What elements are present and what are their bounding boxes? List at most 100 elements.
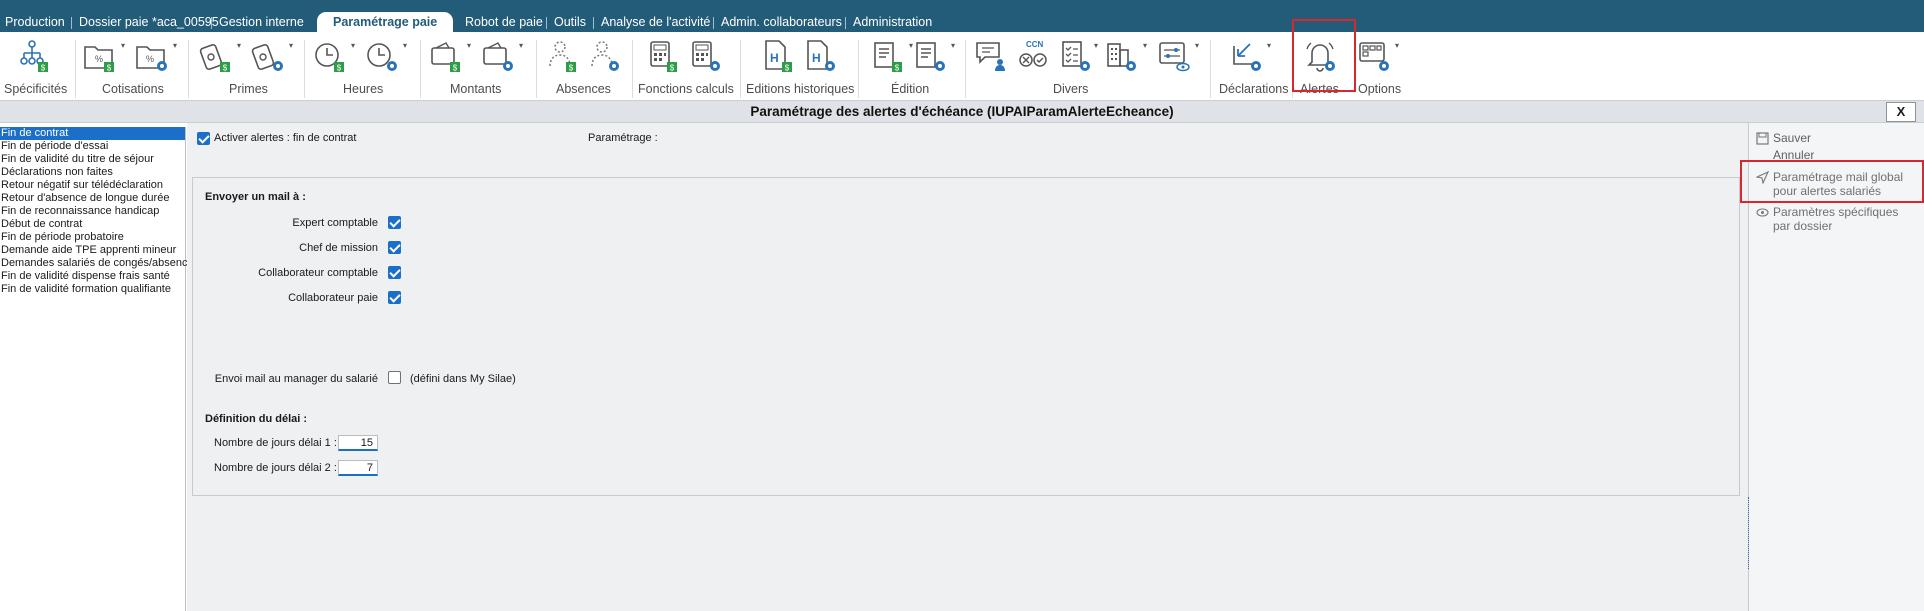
ccn-icon[interactable]: CCN: [1015, 38, 1051, 74]
list-item[interactable]: Demandes salariés de congés/absence: [0, 257, 194, 270]
ribbon: $ Spécificités % $ % Cotisations $ Primes…: [0, 19, 1924, 101]
tab-dossier-paie[interactable]: Dossier paie *aca_00595: [79, 15, 219, 32]
chevron-down-icon[interactable]: ▾: [1143, 41, 1147, 50]
chevron-down-icon[interactable]: ▾: [519, 41, 523, 50]
tab-gestion-interne[interactable]: Gestion interne: [219, 15, 304, 32]
recipient-checkbox-expert-comptable[interactable]: [388, 216, 401, 229]
calculator-icon[interactable]: $: [645, 38, 681, 74]
tab-outils[interactable]: Outils: [554, 15, 586, 32]
org-tree-icon[interactable]: $: [16, 38, 52, 74]
list-item[interactable]: Fin de contrat: [0, 127, 185, 140]
tab-analyse-activite[interactable]: Analyse de l'activité: [601, 15, 710, 32]
recipient-checkbox-collaborateur-comptable[interactable]: [388, 266, 401, 279]
checklist-gear-icon[interactable]: [1057, 38, 1093, 74]
folder-percent-gear-icon[interactable]: %: [134, 38, 170, 74]
svg-text:$: $: [569, 64, 574, 73]
wallet-icon[interactable]: $: [428, 38, 464, 74]
svg-text:H: H: [770, 51, 779, 65]
chevron-down-icon[interactable]: ▾: [1195, 41, 1199, 50]
list-item[interactable]: Retour d'absence de longue durée: [0, 192, 185, 205]
save-label: Sauver: [1773, 131, 1812, 145]
person-absent-gear-icon[interactable]: [586, 38, 622, 74]
group-label-divers: Divers: [1053, 82, 1089, 96]
group-label-options: Options: [1358, 82, 1402, 96]
chevron-down-icon[interactable]: ▾: [1395, 41, 1399, 50]
clock-gear-icon[interactable]: [364, 38, 400, 74]
manager-mail-checkbox[interactable]: [388, 371, 401, 384]
tab-admin-collaborateurs[interactable]: Admin. collaborateurs: [721, 15, 842, 32]
chevron-down-icon[interactable]: ▾: [121, 41, 125, 50]
list-item[interactable]: Fin de reconnaissance handicap: [0, 205, 185, 218]
chevron-down-icon[interactable]: ▾: [951, 41, 955, 50]
list-item[interactable]: Fin de validité formation qualifiante: [0, 283, 185, 296]
report-icon[interactable]: $: [870, 38, 906, 74]
chevron-down-icon[interactable]: ▾: [467, 41, 471, 50]
group-label-primes: Primes: [229, 82, 268, 96]
settings-sliders-icon[interactable]: [1156, 38, 1192, 74]
tab-production[interactable]: Production: [5, 15, 65, 32]
chevron-down-icon[interactable]: ▾: [1094, 41, 1098, 50]
chevron-down-icon[interactable]: ▾: [173, 41, 177, 50]
delay1-label: Nombre de jours délai 1 :: [214, 437, 337, 449]
activate-alerts-label: Activer alertes : fin de contrat: [214, 132, 357, 144]
window-title-bar: Paramétrage des alertes d'échéance (IUPA…: [0, 101, 1924, 123]
activate-alerts-checkbox[interactable]: [197, 132, 210, 145]
wallet-gear-icon[interactable]: [480, 38, 516, 74]
folder-percent-icon[interactable]: % $: [82, 38, 118, 74]
tab-administration[interactable]: Administration: [853, 15, 932, 32]
list-item[interactable]: Fin de validité dispense frais santé: [0, 270, 185, 283]
history-doc-icon[interactable]: H $: [760, 38, 796, 74]
list-item[interactable]: Fin de validité du titre de séjour: [0, 153, 185, 166]
alert-type-list: Fin de contrat Fin de période d'essai Fi…: [0, 127, 194, 611]
person-absent-icon[interactable]: $: [544, 38, 580, 74]
list-item[interactable]: Début de contrat: [0, 218, 185, 231]
parametrage-label: Paramétrage :: [588, 132, 658, 144]
calculator-gear-icon[interactable]: [687, 38, 723, 74]
list-item[interactable]: Déclarations non faites: [0, 166, 185, 179]
panel-resize-handle[interactable]: [1748, 497, 1752, 569]
list-item[interactable]: Retour négatif sur télédéclaration: [0, 179, 185, 192]
money-bag-icon[interactable]: $: [198, 38, 234, 74]
comment-user-icon[interactable]: [973, 38, 1009, 74]
list-item[interactable]: Fin de période d'essai: [0, 140, 185, 153]
svg-text:H: H: [812, 51, 821, 65]
svg-text:$: $: [895, 64, 900, 73]
delay2-input[interactable]: 7: [338, 460, 378, 476]
global-mail-highlight-box: [1740, 160, 1924, 203]
chevron-down-icon[interactable]: ▾: [1267, 41, 1271, 50]
recipient-checkbox-chef-de-mission[interactable]: [388, 241, 401, 254]
list-item[interactable]: Fin de période probatoire: [0, 231, 185, 244]
specific-params-button[interactable]: Paramètres spécifiques par dossier: [1756, 205, 1913, 233]
save-button[interactable]: Sauver: [1756, 131, 1812, 145]
chevron-down-icon[interactable]: ▾: [351, 41, 355, 50]
chevron-down-icon[interactable]: ▾: [289, 41, 293, 50]
close-button[interactable]: X: [1886, 102, 1916, 122]
delay-heading: Définition du délai :: [205, 413, 308, 425]
building-gear-icon[interactable]: [1103, 38, 1139, 74]
report-gear-icon[interactable]: [912, 38, 948, 74]
list-item[interactable]: Demande aide TPE apprenti mineur: [0, 244, 185, 257]
recipient-checkbox-collaborateur-paie[interactable]: [388, 291, 401, 304]
tab-parametrage-paie[interactable]: Paramétrage paie: [317, 12, 454, 32]
cancel-button[interactable]: Annuler: [1773, 148, 1814, 160]
save-icon: [1756, 132, 1769, 145]
options-display-icon[interactable]: [1356, 38, 1392, 74]
declaration-send-icon[interactable]: [1228, 38, 1264, 74]
money-gear-icon[interactable]: [250, 38, 286, 74]
tab-robot-de-paie[interactable]: Robot de paie: [465, 15, 543, 32]
recipient-label: Collaborateur comptable: [258, 267, 378, 279]
history-doc-gear-icon[interactable]: H: [802, 38, 838, 74]
group-label-specificites: Spécificités: [4, 82, 68, 96]
svg-text:$: $: [223, 64, 228, 73]
group-label-heures: Heures: [343, 82, 384, 96]
svg-text:$: $: [41, 64, 46, 73]
chevron-down-icon[interactable]: ▾: [909, 41, 913, 50]
svg-text:$: $: [453, 64, 458, 73]
chevron-down-icon[interactable]: ▾: [403, 41, 407, 50]
svg-text:$: $: [337, 64, 342, 73]
manager-mail-label: Envoi mail au manager du salarié: [214, 373, 378, 385]
chevron-down-icon[interactable]: ▾: [237, 41, 241, 50]
svg-text:$: $: [785, 64, 790, 73]
delay1-input[interactable]: 15: [338, 435, 378, 451]
clock-icon[interactable]: $: [312, 38, 348, 74]
